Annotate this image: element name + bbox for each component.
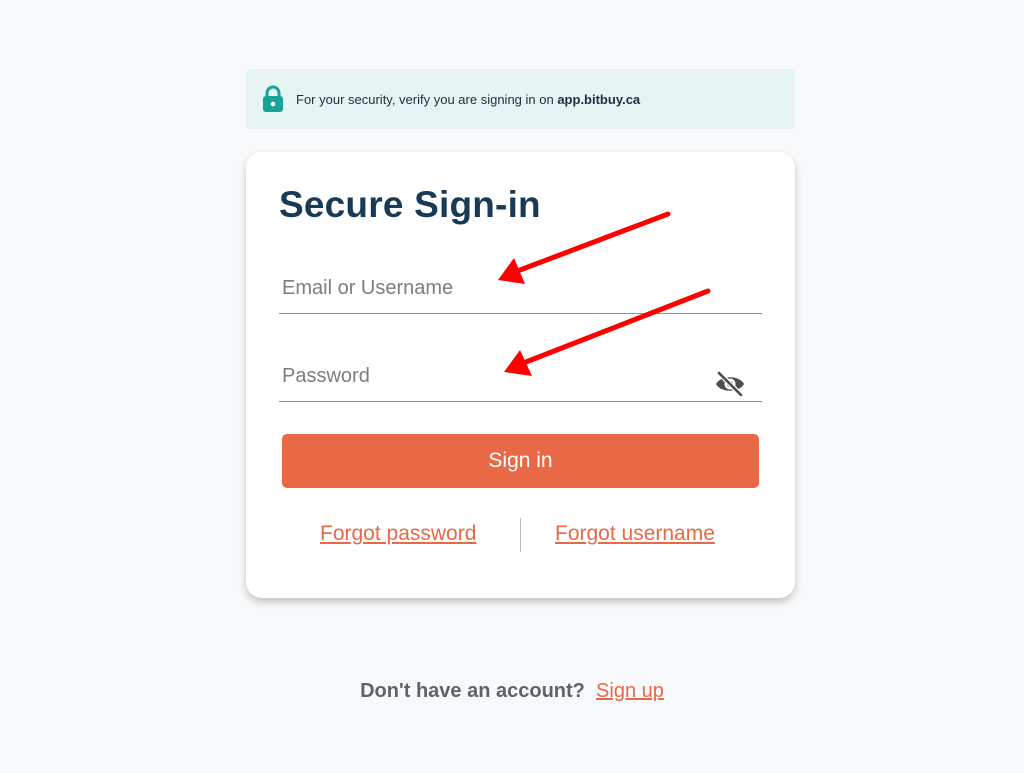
forgot-links: Forgot password Forgot username <box>246 518 795 552</box>
links-divider <box>520 518 521 552</box>
signin-button[interactable]: Sign in <box>282 434 759 488</box>
password-input[interactable] <box>279 358 762 401</box>
page-title: Secure Sign-in <box>279 184 541 225</box>
security-banner-domain: app.bitbuy.ca <box>557 91 641 107</box>
signup-link[interactable]: Sign up <box>596 680 664 702</box>
security-banner-message: For your security, verify you are signin… <box>296 91 558 107</box>
signup-question: Don't have an account? <box>360 680 585 702</box>
security-banner: For your security, verify you are signin… <box>246 69 795 129</box>
email-input[interactable] <box>279 270 762 313</box>
lock-icon <box>262 85 284 113</box>
password-field-wrapper <box>279 358 762 402</box>
signup-prompt: Don't have an account? Sign up <box>0 680 1024 703</box>
security-banner-text: For your security, verify you are signin… <box>296 92 640 107</box>
login-page: For your security, verify you are signin… <box>0 0 1024 773</box>
eye-off-icon[interactable] <box>714 370 746 398</box>
forgot-username-link[interactable]: Forgot username <box>555 522 715 546</box>
signin-card: Secure Sign-in Sign in Forgot password F… <box>246 152 795 598</box>
forgot-password-link[interactable]: Forgot password <box>320 522 476 546</box>
email-field-wrapper <box>279 270 762 314</box>
